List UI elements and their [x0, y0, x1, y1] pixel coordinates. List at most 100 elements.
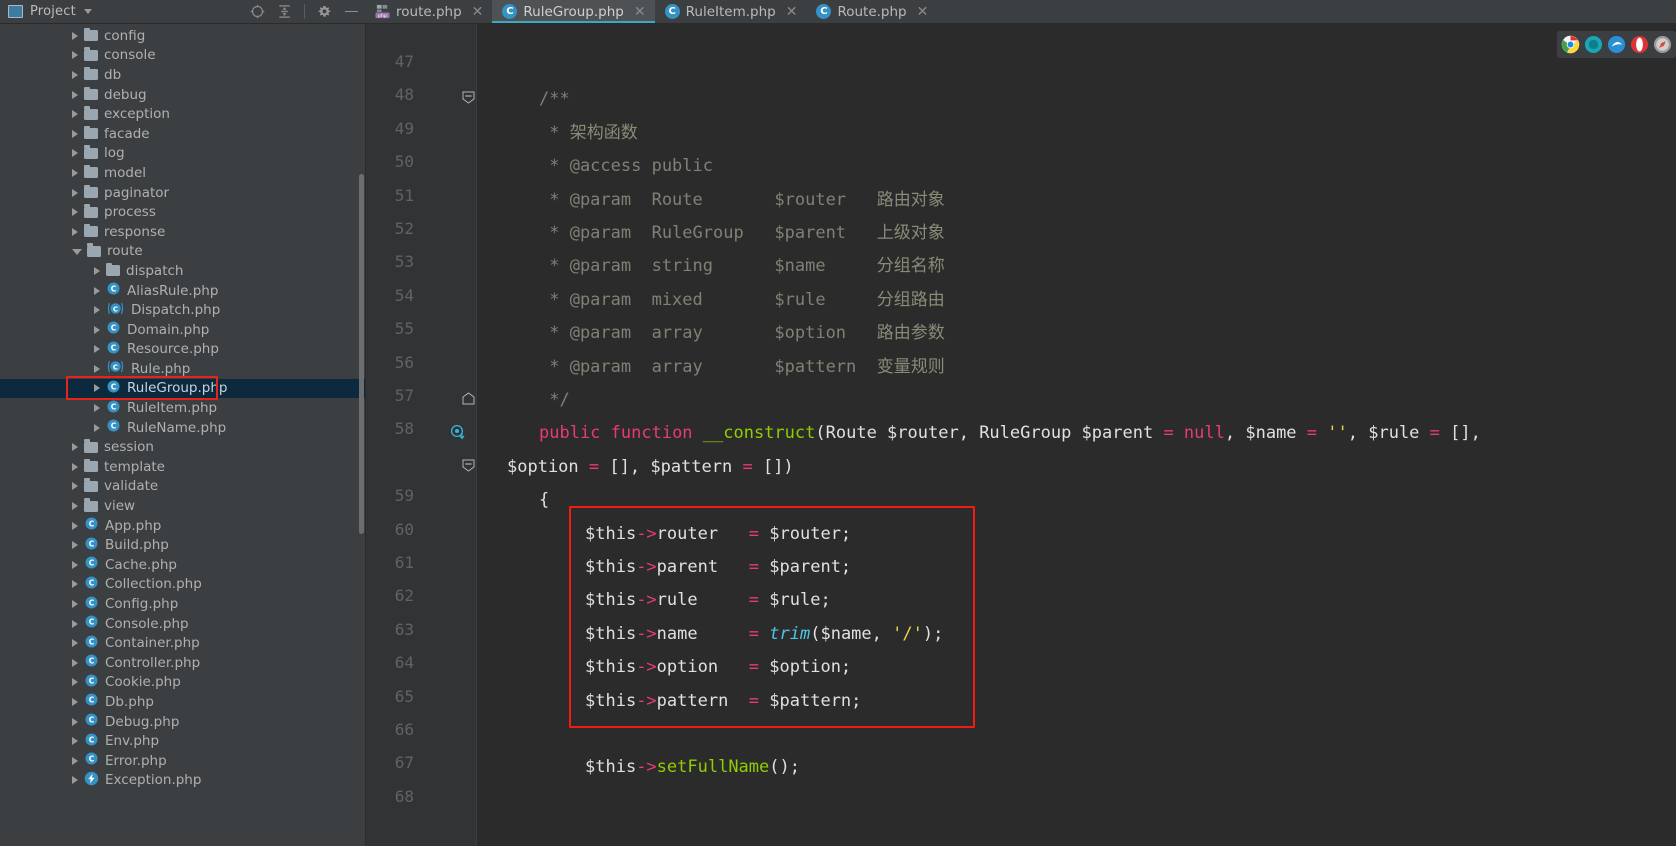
- tree-item[interactable]: C Collection.php: [0, 575, 365, 595]
- tree-item[interactable]: C Cache.php: [0, 555, 365, 575]
- tree-item[interactable]: C Db.php: [0, 692, 365, 712]
- fold-end-icon[interactable]: [462, 392, 475, 405]
- tree-item[interactable]: C Domain.php: [0, 320, 365, 340]
- chevron-right-icon[interactable]: [72, 462, 78, 471]
- chevron-right-icon[interactable]: [94, 404, 100, 413]
- chevron-right-icon[interactable]: [72, 776, 78, 785]
- chevron-right-icon[interactable]: [72, 31, 78, 40]
- edge-icon[interactable]: [1607, 35, 1626, 54]
- chevron-right-icon[interactable]: [72, 560, 78, 569]
- chevron-right-icon[interactable]: [72, 502, 78, 511]
- tree-item[interactable]: debug: [0, 85, 365, 105]
- tree-item[interactable]: C Dispatch.php: [0, 300, 365, 320]
- tree-item[interactable]: process: [0, 202, 365, 222]
- tree-item[interactable]: C Cookie.php: [0, 673, 365, 693]
- close-icon[interactable]: ✕: [917, 5, 929, 19]
- tree-item[interactable]: Exception.php: [0, 771, 365, 791]
- tree-item[interactable]: session: [0, 437, 365, 457]
- tree-item[interactable]: exception: [0, 104, 365, 124]
- collapse-all-icon[interactable]: [277, 4, 292, 19]
- chevron-right-icon[interactable]: [94, 306, 100, 315]
- tree-item[interactable]: C RuleName.php: [0, 418, 365, 438]
- locate-target-icon[interactable]: [250, 4, 265, 19]
- tree-item[interactable]: dispatch: [0, 261, 365, 281]
- tree-item[interactable]: C Config.php: [0, 594, 365, 614]
- chrome-icon[interactable]: [1561, 35, 1580, 54]
- tree-item[interactable]: response: [0, 222, 365, 242]
- tree-item[interactable]: C AliasRule.php: [0, 281, 365, 301]
- tree-item[interactable]: facade: [0, 124, 365, 144]
- chevron-right-icon[interactable]: [72, 737, 78, 746]
- chevron-right-icon[interactable]: [72, 521, 78, 530]
- chevron-right-icon[interactable]: [72, 51, 78, 60]
- chevron-right-icon[interactable]: [72, 70, 78, 79]
- chevron-right-icon[interactable]: [72, 697, 78, 706]
- safari-icon[interactable]: [1653, 35, 1672, 54]
- chevron-right-icon[interactable]: [72, 227, 78, 236]
- tree-item[interactable]: C Console.php: [0, 614, 365, 634]
- tree-item[interactable]: console: [0, 46, 365, 66]
- chevron-right-icon[interactable]: [94, 325, 100, 334]
- tree-item[interactable]: C Env.php: [0, 731, 365, 751]
- tree-item[interactable]: C Debug.php: [0, 712, 365, 732]
- tree-item[interactable]: C Rule.php: [0, 359, 365, 379]
- close-icon[interactable]: ✕: [634, 5, 646, 19]
- firefox-icon[interactable]: [1584, 35, 1603, 54]
- chevron-right-icon[interactable]: [72, 658, 78, 667]
- tab-route-class-php[interactable]: C Route.php ✕: [806, 0, 938, 23]
- chevron-right-icon[interactable]: [72, 90, 78, 99]
- opera-icon[interactable]: [1630, 35, 1649, 54]
- chevron-right-icon[interactable]: [94, 423, 100, 432]
- chevron-right-icon[interactable]: [72, 600, 78, 609]
- chevron-right-icon[interactable]: [72, 149, 78, 158]
- tree-item[interactable]: view: [0, 496, 365, 516]
- tree-item[interactable]: validate: [0, 477, 365, 497]
- chevron-right-icon[interactable]: [94, 364, 100, 373]
- tab-rulegroup-php[interactable]: C RuleGroup.php ✕: [492, 0, 655, 23]
- editor-gutter[interactable]: 47 48 49 50 51 52 53 54 55 56 57 58 59 60 61 62 63 64 65 66…: [366, 24, 477, 846]
- tree-item[interactable]: C Resource.php: [0, 340, 365, 360]
- code-content[interactable]: /** * 架构函数 * @access public * @param Rou…: [477, 24, 1676, 846]
- tree-item[interactable]: C Error.php: [0, 751, 365, 771]
- chevron-right-icon[interactable]: [72, 168, 78, 177]
- project-tree-panel[interactable]: config console db debug exception facade log mo…: [0, 24, 366, 846]
- chevron-right-icon[interactable]: [72, 717, 78, 726]
- chevron-right-icon[interactable]: [72, 756, 78, 765]
- tree-item[interactable]: model: [0, 163, 365, 183]
- chevron-right-icon[interactable]: [94, 345, 100, 354]
- tree-item[interactable]: C RuleGroup.php: [0, 378, 365, 399]
- tree-item[interactable]: C Controller.php: [0, 653, 365, 673]
- fold-collapse-icon[interactable]: [462, 91, 475, 105]
- settings-gear-icon[interactable]: [317, 4, 332, 19]
- tree-item[interactable]: template: [0, 457, 365, 477]
- tree-item[interactable]: log: [0, 144, 365, 164]
- chevron-right-icon[interactable]: [72, 678, 78, 687]
- chevron-right-icon[interactable]: [72, 129, 78, 138]
- tree-item[interactable]: config: [0, 26, 365, 46]
- chevron-down-icon[interactable]: [72, 249, 82, 256]
- tree-item[interactable]: db: [0, 65, 365, 85]
- tree-item[interactable]: C App.php: [0, 516, 365, 536]
- fold-collapse-icon[interactable]: [462, 459, 475, 472]
- chevron-right-icon[interactable]: [94, 266, 100, 275]
- chevron-right-icon[interactable]: [72, 443, 78, 452]
- tree-item[interactable]: route: [0, 242, 365, 262]
- tree-item[interactable]: C Container.php: [0, 633, 365, 653]
- chevron-right-icon[interactable]: [94, 384, 100, 393]
- chevron-right-icon[interactable]: [72, 482, 78, 491]
- chevron-right-icon[interactable]: [72, 208, 78, 217]
- override-method-icon[interactable]: [450, 425, 465, 440]
- tree-item[interactable]: C Build.php: [0, 535, 365, 555]
- chevron-right-icon[interactable]: [72, 580, 78, 589]
- sidebar-scrollbar[interactable]: [359, 174, 364, 534]
- close-icon[interactable]: ✕: [472, 5, 484, 19]
- chevron-right-icon[interactable]: [72, 639, 78, 648]
- chevron-down-icon[interactable]: [83, 9, 92, 14]
- tree-item[interactable]: paginator: [0, 183, 365, 203]
- chevron-right-icon[interactable]: [72, 619, 78, 628]
- hide-panel-icon[interactable]: [344, 4, 359, 19]
- chevron-right-icon[interactable]: [72, 541, 78, 550]
- tree-item[interactable]: C RuleItem.php: [0, 398, 365, 418]
- tab-ruleitem-php[interactable]: C RuleItem.php ✕: [654, 0, 807, 23]
- tab-route-php[interactable]: php route.php ✕: [365, 0, 493, 23]
